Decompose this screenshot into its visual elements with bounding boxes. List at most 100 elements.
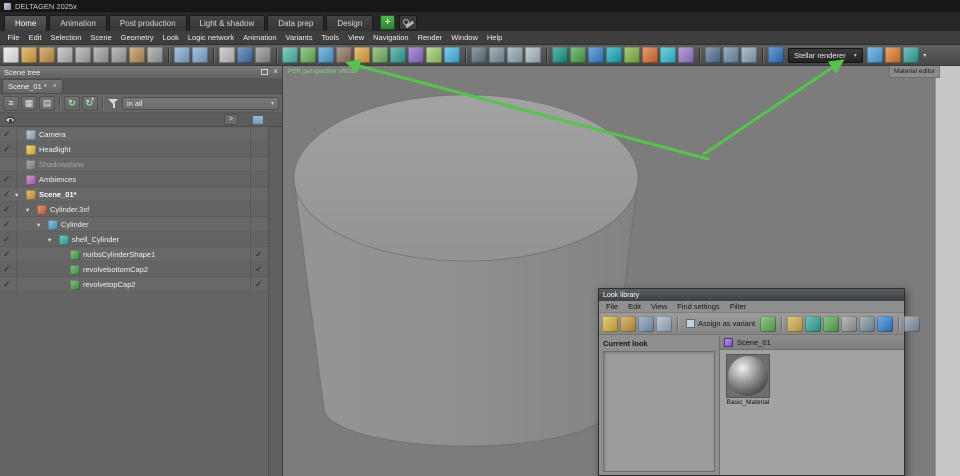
- look-grid-icon[interactable]: [859, 316, 875, 332]
- scene-tab[interactable]: Scene_01 * ×: [2, 79, 63, 93]
- look-menu-view[interactable]: View: [646, 302, 672, 311]
- redo-icon[interactable]: [192, 47, 208, 63]
- ribbon-tab-design[interactable]: Design: [326, 15, 373, 31]
- tree-row-headlight[interactable]: ✓Headlight: [0, 142, 269, 157]
- current-look-list[interactable]: [603, 351, 715, 472]
- look-menu-filter[interactable]: Filter: [725, 302, 752, 311]
- look-info-icon[interactable]: [877, 316, 893, 332]
- align-tool-icon[interactable]: [489, 47, 505, 63]
- row-check-right-icon[interactable]: ✓: [255, 279, 263, 290]
- visibility-check-icon[interactable]: ✓: [3, 189, 11, 200]
- ribbon-tab-home[interactable]: Home: [4, 15, 47, 31]
- geometry-cube-orange-icon[interactable]: [354, 47, 370, 63]
- variant-cube-cyan-icon[interactable]: [606, 47, 622, 63]
- list-view-button[interactable]: ≡: [3, 96, 19, 111]
- expand-columns-button[interactable]: >: [224, 114, 238, 125]
- camera-tool-icon[interactable]: [255, 47, 271, 63]
- tree-row-shell-cylinder[interactable]: ✓▾shell_Cylinder: [0, 232, 269, 247]
- expander-icon[interactable]: ▾: [15, 191, 18, 199]
- variant-cube-lime-icon[interactable]: [624, 47, 640, 63]
- tree-row-ambiences[interactable]: ✓Ambiences: [0, 172, 269, 187]
- geometry-cube-brown-icon[interactable]: [336, 47, 352, 63]
- geometry-cube-green-icon[interactable]: [372, 47, 388, 63]
- menu-help[interactable]: Help: [482, 31, 506, 45]
- material-sphere-blue-icon[interactable]: [318, 47, 334, 63]
- measure-tool-icon[interactable]: [507, 47, 523, 63]
- expander-icon[interactable]: ▾: [48, 236, 51, 244]
- menu-render[interactable]: Render: [413, 31, 447, 45]
- menu-tools[interactable]: Tools: [317, 31, 344, 45]
- look-cube-green-icon[interactable]: [823, 316, 839, 332]
- save-icon[interactable]: [57, 47, 73, 63]
- open-folder-icon[interactable]: [21, 47, 37, 63]
- undo-icon[interactable]: [174, 47, 190, 63]
- cut-icon[interactable]: [93, 47, 109, 63]
- tree-view-button[interactable]: ▦: [21, 96, 37, 111]
- ribbon-tab-animation[interactable]: Animation: [49, 15, 107, 31]
- tree-row-shadowplane[interactable]: Shadowplane: [0, 157, 269, 172]
- ribbon-tab-data-prep[interactable]: Data prep: [267, 15, 324, 31]
- world-icon[interactable]: [237, 47, 253, 63]
- visibility-check-icon[interactable]: ✓: [3, 219, 11, 230]
- visibility-check-icon[interactable]: ✓: [3, 174, 11, 185]
- geometry-cube-skyblue-icon[interactable]: [444, 47, 460, 63]
- import-icon[interactable]: [39, 47, 55, 63]
- tree-row-cylinder-3xf[interactable]: ✓▾Cylinder.3xf: [0, 202, 269, 217]
- expander-icon[interactable]: ▾: [26, 206, 29, 214]
- visibility-check-icon[interactable]: ✓: [3, 144, 11, 155]
- look-menu-find-settings[interactable]: Find settings: [672, 302, 725, 311]
- look-dot-icon[interactable]: [841, 316, 857, 332]
- row-check-right-icon[interactable]: ✓: [255, 249, 263, 260]
- assign-variant-icon[interactable]: [760, 316, 776, 332]
- menu-variants[interactable]: Variants: [281, 31, 317, 45]
- visibility-check-icon[interactable]: ✓: [3, 279, 11, 290]
- close-tab-icon[interactable]: ×: [53, 83, 57, 90]
- visibility-check-icon[interactable]: ✓: [3, 234, 11, 245]
- menu-view[interactable]: View: [344, 31, 369, 45]
- float-panel-icon[interactable]: [261, 69, 268, 75]
- color-picker-icon[interactable]: [885, 47, 901, 63]
- variant-cube-teal-icon[interactable]: [552, 47, 568, 63]
- assign-as-variant-control[interactable]: Assign as variant: [686, 319, 755, 328]
- menu-look[interactable]: Look: [158, 31, 183, 45]
- collapsed-right-panel[interactable]: [935, 66, 960, 476]
- material-tile[interactable]: Basic_Material: [724, 354, 772, 406]
- tree-row-scene-01[interactable]: ✓▾Scene_01*: [0, 187, 269, 202]
- geometry-cube-lime-icon[interactable]: [426, 47, 442, 63]
- menu-animation[interactable]: Animation: [239, 31, 281, 45]
- transform-tool-icon[interactable]: [525, 47, 541, 63]
- add-workspace-button[interactable]: +: [380, 15, 395, 30]
- ribbon-tab-post-production[interactable]: Post production: [109, 15, 187, 31]
- look-library-titlebar[interactable]: Look library: [599, 289, 904, 301]
- material-cube-icon[interactable]: [903, 47, 919, 63]
- paste-icon[interactable]: [129, 47, 145, 63]
- menu-file[interactable]: File: [3, 31, 24, 45]
- scene-tool-3-icon[interactable]: [741, 47, 757, 63]
- wrench-settings-button[interactable]: [399, 15, 417, 30]
- assign-variant-checkbox[interactable]: [686, 319, 695, 328]
- look-menu-file[interactable]: File: [601, 302, 623, 311]
- row-check-right-icon[interactable]: ✓: [255, 264, 263, 275]
- new-file-icon[interactable]: [3, 47, 19, 63]
- renderer-dropdown[interactable]: Stellar renderer ▾: [788, 48, 863, 63]
- geometry-cube-purple-icon[interactable]: [408, 47, 424, 63]
- variant-cube-green-icon[interactable]: [570, 47, 586, 63]
- copy-icon[interactable]: [111, 47, 127, 63]
- tree-row-cylinder[interactable]: ✓▾Cylinder: [0, 217, 269, 232]
- material-editor-tab[interactable]: Material editor: [889, 66, 940, 78]
- render-globe-icon[interactable]: [768, 47, 784, 63]
- look-book-icon[interactable]: [602, 316, 618, 332]
- visibility-check-icon[interactable]: ✓: [3, 204, 11, 215]
- look-cube-teal-icon[interactable]: [805, 316, 821, 332]
- tree-columns-button[interactable]: ▤: [39, 96, 55, 111]
- variant-cube-violet-icon[interactable]: [678, 47, 694, 63]
- look-cube-yellow-icon[interactable]: [787, 316, 803, 332]
- delete-icon[interactable]: [147, 47, 163, 63]
- close-panel-icon[interactable]: ×: [273, 68, 278, 76]
- grid-tool-icon[interactable]: [471, 47, 487, 63]
- refresh-add-button[interactable]: ↻ +: [82, 96, 98, 111]
- menu-logic-network[interactable]: Logic network: [183, 31, 238, 45]
- visibility-check-icon[interactable]: ✓: [3, 249, 11, 260]
- visibility-column-eye-icon[interactable]: [5, 117, 15, 123]
- render-view-icon[interactable]: [867, 47, 883, 63]
